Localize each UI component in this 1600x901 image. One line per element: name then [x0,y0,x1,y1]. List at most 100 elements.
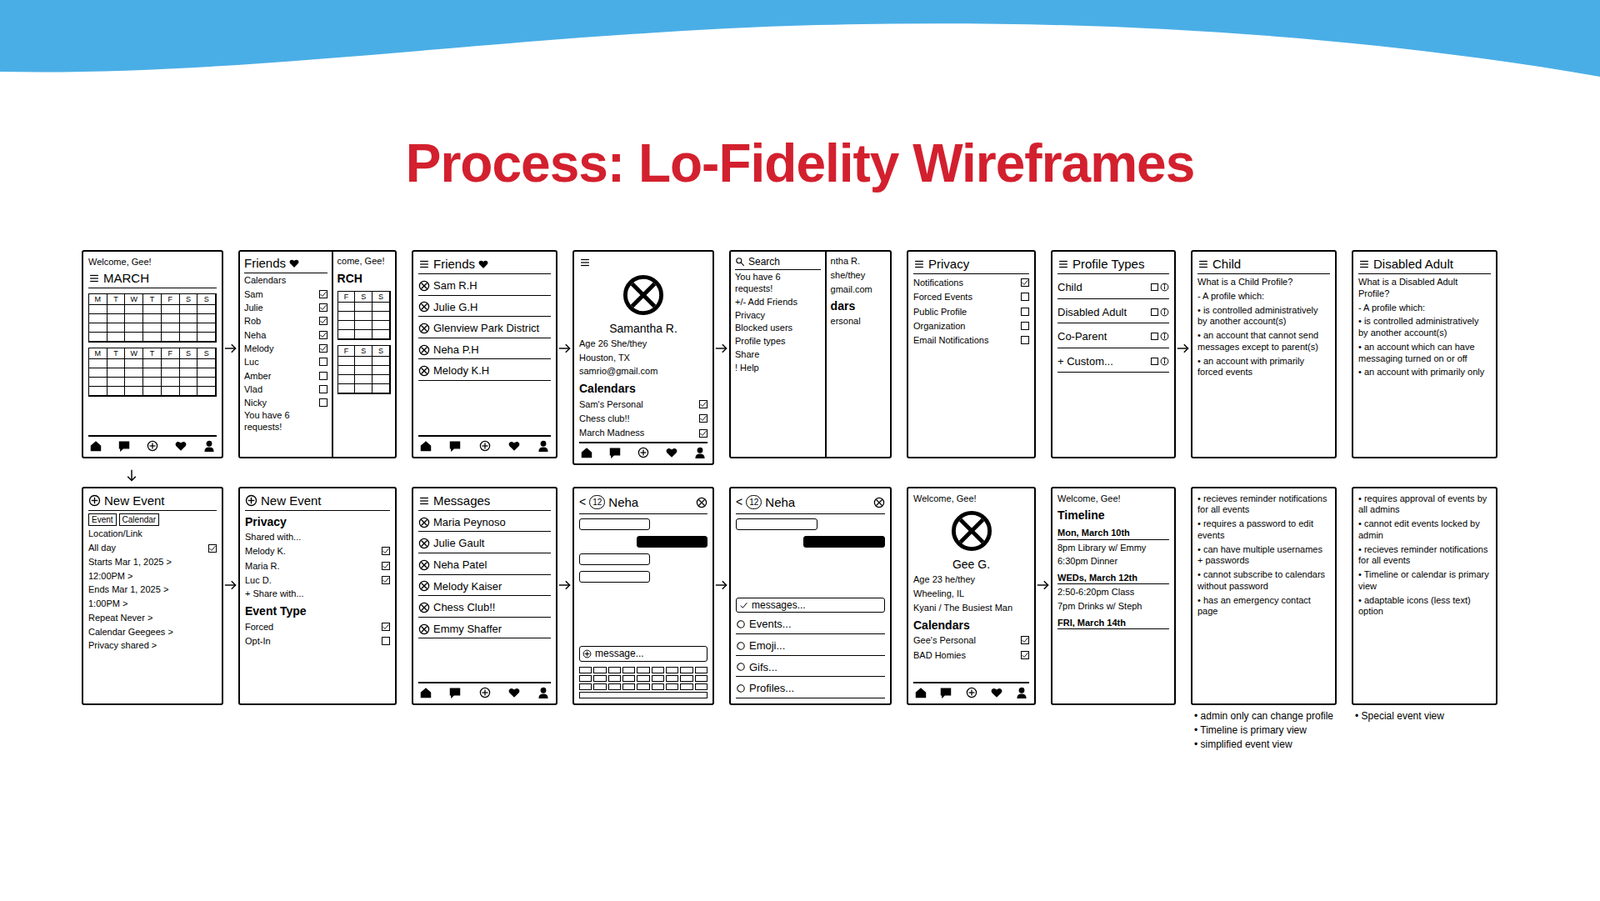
day-cell[interactable] [161,368,180,378]
menu-icon[interactable] [1057,258,1070,270]
checkbox[interactable] [319,371,328,380]
key[interactable] [608,666,621,674]
contact-row[interactable]: Glenview Park District [418,319,551,339]
day-cell[interactable] [355,330,373,340]
checkbox-row[interactable]: Opt-In [245,635,390,647]
heart-icon[interactable] [990,686,1003,699]
day-cell[interactable] [107,332,126,342]
key[interactable] [695,666,708,674]
checkbox[interactable] [381,622,390,631]
key[interactable] [593,683,606,690]
key[interactable] [622,675,635,682]
menu-icon[interactable] [1358,258,1370,270]
key[interactable] [680,666,693,674]
info-icon[interactable] [1160,282,1170,292]
day-cell[interactable] [197,368,216,378]
day-cell[interactable] [89,332,108,342]
menu-icon[interactable] [418,258,430,270]
heart-icon[interactable] [665,446,678,459]
chat-icon[interactable] [118,440,130,452]
attach-option[interactable]: Events... [735,615,885,635]
checkbox[interactable] [208,544,217,553]
person-icon[interactable] [537,440,550,452]
checkbox[interactable] [1020,321,1030,330]
checkbox[interactable] [381,561,390,570]
checkbox-row[interactable]: Sam [244,288,328,300]
day-cell[interactable] [143,386,162,396]
add-icon[interactable] [479,686,491,699]
chat-icon[interactable] [449,686,461,699]
day-cell[interactable] [161,323,180,333]
day-cell[interactable] [89,377,108,387]
checkbox-row[interactable]: BAD Homies [913,649,1030,661]
day-cell[interactable] [125,377,144,387]
home-icon[interactable] [420,440,432,452]
checkbox-row[interactable]: Nicky [244,396,328,409]
add-icon[interactable] [479,440,491,452]
checkbox-row[interactable]: Forced [245,620,390,633]
checkbox[interactable] [319,398,328,407]
option-box[interactable] [1150,357,1159,365]
key[interactable] [665,666,679,674]
day-cell[interactable] [180,377,199,387]
day-cell[interactable] [372,375,390,385]
key[interactable] [579,666,592,674]
info-icon[interactable] [1160,356,1170,366]
checkbox-row[interactable]: Luc [244,355,328,368]
checkbox[interactable] [699,400,708,409]
menu-icon[interactable] [418,495,430,507]
checkbox[interactable] [319,330,328,340]
heart-icon[interactable] [508,686,520,699]
plus-icon[interactable] [245,494,258,507]
checkbox[interactable] [319,303,328,312]
day-cell[interactable] [125,386,144,396]
day-cell[interactable] [143,332,162,342]
home-icon[interactable] [915,686,927,699]
key[interactable] [695,683,708,690]
day-cell[interactable] [338,302,356,312]
back-button[interactable]: < [579,493,586,511]
checkbox-row[interactable]: Public Profile [913,305,1030,318]
day-cell[interactable] [372,320,390,330]
day-cell[interactable] [143,323,162,333]
key[interactable] [680,683,693,690]
key[interactable] [680,675,693,682]
plus-icon[interactable] [88,494,101,507]
profile-type-row[interactable]: Disabled Adult [1057,301,1170,325]
info-icon[interactable] [1160,331,1170,341]
attach-option[interactable]: Gifs... [735,658,885,678]
day-cell[interactable] [372,302,390,312]
checkbox-row[interactable]: Gee's Personal [913,634,1030,646]
checkbox[interactable] [381,636,390,645]
key[interactable] [636,683,650,690]
day-cell[interactable] [89,386,108,396]
back-button[interactable]: < [735,493,743,511]
checkbox[interactable] [699,429,708,438]
day-cell[interactable] [161,305,180,315]
checkbox-row[interactable]: Melody [244,342,328,355]
add-icon[interactable] [637,446,650,459]
day-cell[interactable] [355,375,373,385]
day-cell[interactable] [355,311,373,321]
day-cell[interactable] [197,386,216,396]
checkbox[interactable] [381,575,390,585]
info-icon[interactable] [1160,307,1170,317]
day-cell[interactable] [89,368,108,378]
day-cell[interactable] [338,356,356,366]
day-cell[interactable] [372,330,390,340]
checkbox[interactable] [1020,635,1030,645]
key[interactable] [579,675,592,682]
day-cell[interactable] [125,359,144,369]
key[interactable] [665,675,679,682]
day-cell[interactable] [180,323,199,333]
key[interactable] [608,675,621,682]
day-cell[interactable] [197,305,216,315]
day-cell[interactable] [107,377,126,387]
day-cell[interactable] [180,305,199,315]
contact-row[interactable]: Maria Peynoso [418,513,551,533]
day-cell[interactable] [355,302,373,312]
contact-row[interactable]: Sam R.H [418,276,551,296]
plus-icon[interactable] [582,649,592,659]
checkbox-row[interactable]: Vlad [244,383,328,395]
profile-type-row[interactable]: Co-Parent [1057,325,1170,349]
